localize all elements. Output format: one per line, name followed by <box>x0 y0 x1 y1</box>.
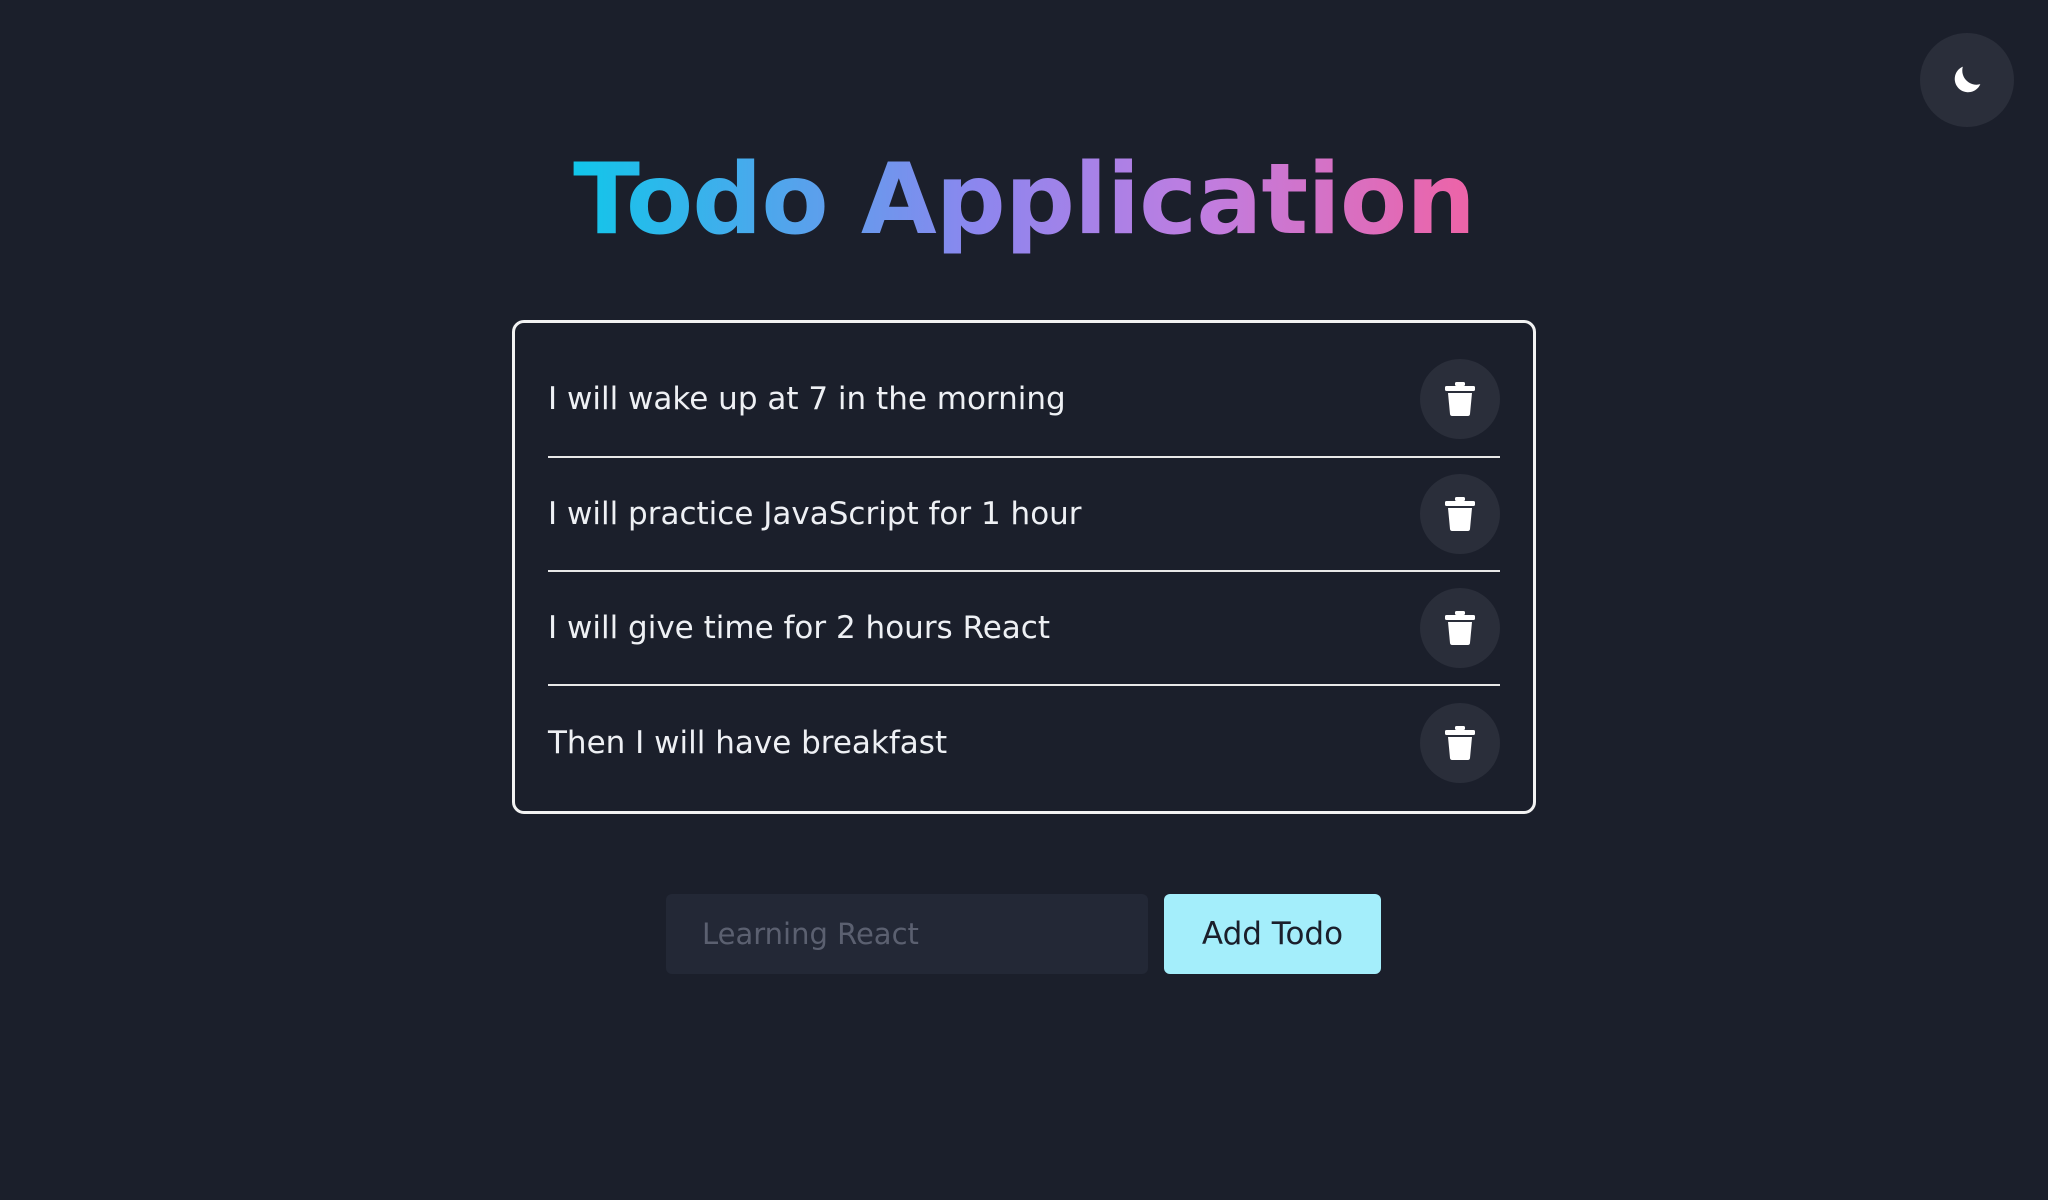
todo-list: I will wake up at 7 in the morning I wil… <box>512 320 1536 814</box>
trash-icon <box>1445 725 1475 760</box>
todo-item: I will give time for 2 hours React <box>548 570 1500 684</box>
page-title: Todo Application <box>573 143 1476 257</box>
delete-button[interactable] <box>1420 359 1500 439</box>
moon-icon <box>1954 66 1981 93</box>
todo-item: Then I will have breakfast <box>548 684 1500 799</box>
trash-icon <box>1445 611 1475 645</box>
todo-text: I will practice JavaScript for 1 hour <box>548 496 1082 532</box>
delete-button[interactable] <box>1420 474 1500 554</box>
todo-text: I will wake up at 7 in the morning <box>548 381 1066 417</box>
trash-icon <box>1445 382 1475 416</box>
theme-toggle-button[interactable] <box>1920 33 2014 127</box>
delete-button[interactable] <box>1420 588 1500 668</box>
todo-item: I will practice JavaScript for 1 hour <box>548 456 1500 570</box>
add-todo-button[interactable]: Add Todo <box>1164 894 1381 974</box>
delete-button[interactable] <box>1420 702 1500 783</box>
todo-item: I will wake up at 7 in the morning <box>548 323 1500 456</box>
todo-app: Todo Application I will wake up at 7 in … <box>0 0 2048 1200</box>
todo-text: Then I will have breakfast <box>548 724 948 761</box>
add-todo-form: Add Todo <box>666 894 1381 974</box>
trash-icon <box>1445 497 1475 531</box>
todo-text: I will give time for 2 hours React <box>548 610 1050 646</box>
todo-input[interactable] <box>666 894 1148 974</box>
